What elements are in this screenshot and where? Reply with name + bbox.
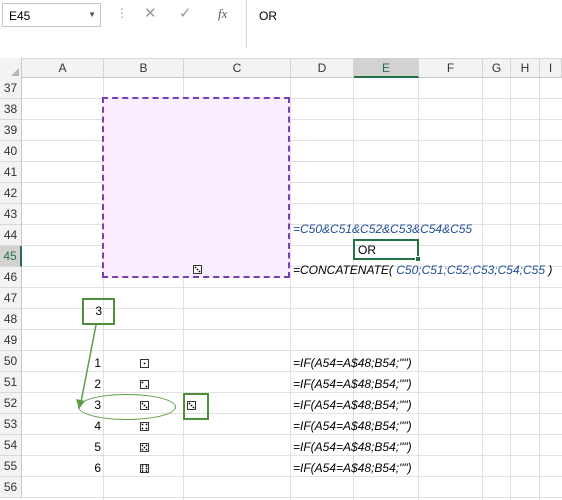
formula-bar: E45 ▼ ⋮ ✕ ✓ fx OR [0,0,562,48]
select-all-button[interactable] [0,58,22,78]
cell-a54[interactable]: 5 [60,440,101,454]
row-header-54[interactable]: 54 [0,435,22,456]
chevron-down-icon[interactable]: ▼ [88,10,96,19]
insert-function-icon[interactable]: fx [218,6,227,22]
purple-rectangle-shape[interactable] [102,97,290,278]
cell-a50[interactable]: 1 [60,356,101,370]
gridline [539,78,540,500]
cell-d51[interactable]: =IF(A54=A$48;B54;"") [293,377,412,391]
select-all-icon [11,68,19,76]
column-header-d[interactable]: D [291,58,354,78]
row-header-41[interactable]: 41 [0,162,22,183]
gridline [22,434,562,435]
row-header-52[interactable]: 52 [0,393,22,414]
column-header-e[interactable]: E [354,58,419,78]
die-face-5-icon [140,443,149,452]
row-header-40[interactable]: 40 [0,141,22,162]
gridline [482,78,483,500]
gridline [22,455,562,456]
gridline [22,497,562,498]
cell-a51[interactable]: 2 [60,377,101,391]
row-header-55[interactable]: 55 [0,456,22,477]
enter-icon[interactable]: ✓ [179,4,192,22]
die-face-2-icon [140,380,149,389]
die-face-1-icon [140,359,149,368]
row-header-43[interactable]: 43 [0,204,22,225]
column-header-h[interactable]: H [511,58,540,78]
gridline [22,329,562,330]
formula-input[interactable]: OR [246,0,562,48]
row-header-44[interactable]: 44 [0,225,22,246]
row-header-46[interactable]: 46 [0,267,22,288]
cell-d46-args: C50;C51;C52;C53;C54;C55 [392,263,545,277]
gridline [22,287,562,288]
highlight-ellipse-row-52 [78,394,176,420]
name-box[interactable]: E45 ▼ [2,3,101,27]
name-box-value: E45 [9,9,31,23]
row-header-39[interactable]: 39 [0,120,22,141]
row-header-56[interactable]: 56 [0,477,22,498]
die-face-4-icon [140,422,149,431]
row-header-50[interactable]: 50 [0,351,22,372]
cell-d55[interactable]: =IF(A54=A$48;B54;"") [293,461,412,475]
cell-d52[interactable]: =IF(A54=A$48;B54;"") [293,398,412,412]
cell-d46-prefix: =CONCATENATE( [293,263,393,277]
row-header-42[interactable]: 42 [0,183,22,204]
die-face-6-icon [140,464,149,473]
cell-d54[interactable]: =IF(A54=A$48;B54;"") [293,440,412,454]
column-header-a[interactable]: A [22,58,104,78]
column-header-i[interactable]: I [540,58,562,78]
cell-a55[interactable]: 6 [60,461,101,475]
row-header-38[interactable]: 38 [0,99,22,120]
row-header-51[interactable]: 51 [0,372,22,393]
die-face-3-icon [193,265,202,274]
gridline [22,476,562,477]
cell-a53[interactable]: 4 [60,419,101,433]
highlight-box-a48 [82,298,115,325]
row-header-45[interactable]: 45 [0,246,22,267]
formula-bar-grip-icon: ⋮ [116,6,128,20]
row-header-49[interactable]: 49 [0,330,22,351]
formula-input-value: OR [259,9,277,23]
cell-d46-suffix: ) [545,263,553,277]
gridline [353,78,354,500]
die-face-3-icon [187,401,196,410]
column-header-c[interactable]: C [184,58,291,78]
gridline [22,392,562,393]
gridline [418,78,419,500]
row-header-37[interactable]: 37 [0,78,22,99]
gridline [290,78,291,500]
row-header-53[interactable]: 53 [0,414,22,435]
column-header-b[interactable]: B [104,58,184,78]
column-header-g[interactable]: G [483,58,511,78]
column-header-f[interactable]: F [419,58,483,78]
cell-d50[interactable]: =IF(A54=A$48;B54;"") [293,356,412,370]
cell-d53[interactable]: =IF(A54=A$48;B54;"") [293,419,412,433]
row-header-48[interactable]: 48 [0,309,22,330]
gridline [510,78,511,500]
row-header-47[interactable]: 47 [0,288,22,309]
gridline [22,350,562,351]
gridline [22,371,562,372]
cancel-icon[interactable]: ✕ [144,4,157,22]
cell-d44[interactable]: =C50&C51&C52&C53&C54&C55 [293,222,472,236]
fill-handle[interactable] [415,256,421,262]
cell-d46[interactable]: =CONCATENATE( C50;C51;C52;C53;C54;C55 ) [293,263,552,277]
active-cell-selection [353,239,419,260]
